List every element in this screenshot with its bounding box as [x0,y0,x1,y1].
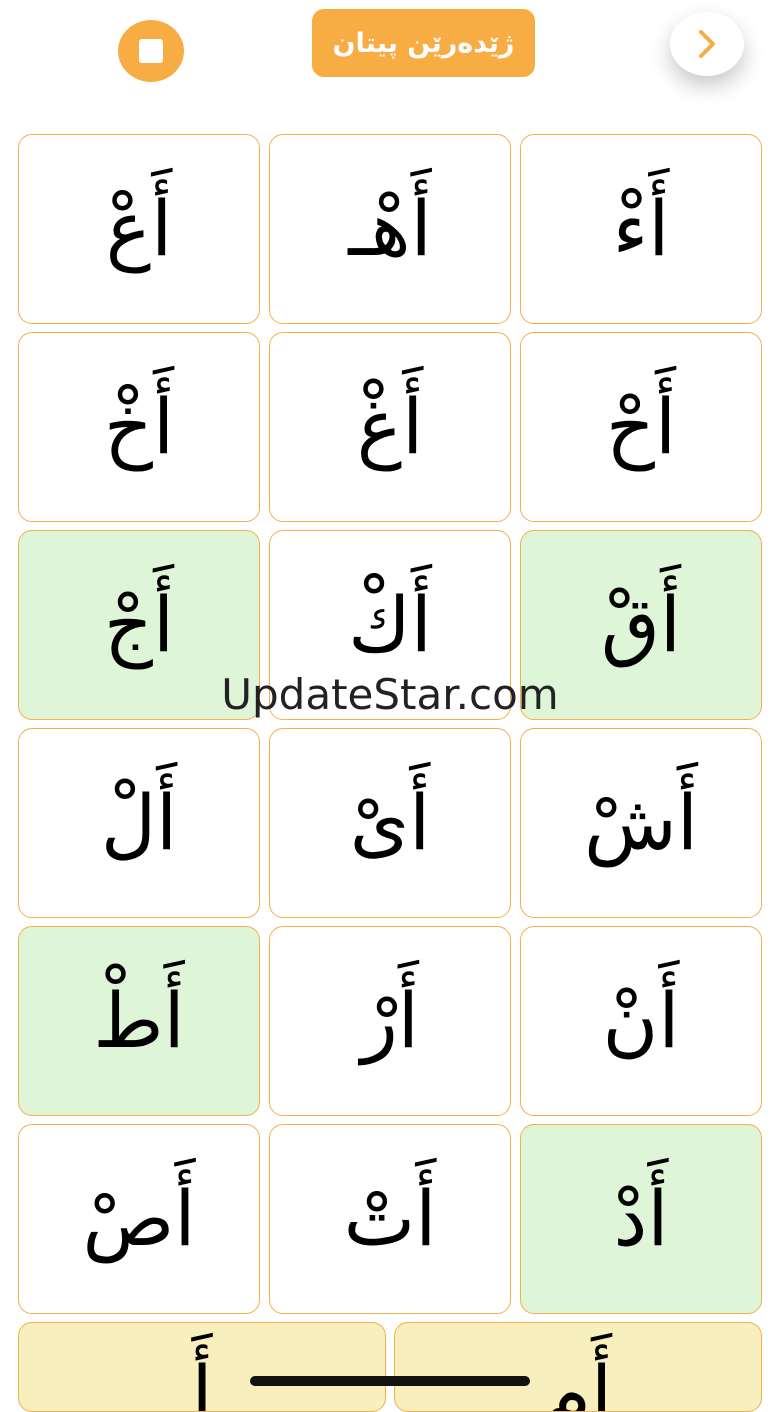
letter-text: أَءْ [612,183,670,273]
letter-card[interactable]: أَخْ [18,332,260,522]
letter-card[interactable]: أَ [18,1322,386,1412]
letter-card[interactable]: أَدْ [520,1124,762,1314]
letter-card[interactable]: أَهْـ [269,134,511,324]
letter-text: أَغْ [356,381,424,471]
letter-text: أَلْ [100,777,178,867]
letter-text: أَجْ [103,579,175,669]
letter-card[interactable]: أَلْ [18,728,260,918]
letter-text: أَنْ [602,975,680,1065]
letter-card[interactable]: أَكْ [269,530,511,720]
letter-text: أَكْ [348,579,432,669]
letter-card[interactable]: أَطْ [18,926,260,1116]
letter-card[interactable]: أَنْ [520,926,762,1116]
letter-text: أَخْ [103,381,175,471]
letter-card[interactable]: أَم [394,1322,762,1412]
letter-text: أَحْ [605,381,677,471]
next-button[interactable] [670,12,744,76]
title-button[interactable]: ژێدەرێن پیتان [312,9,535,77]
letter-card[interactable]: أَغْ [269,332,511,522]
letter-card[interactable]: أَءْ [520,134,762,324]
letter-grid: أَعْ أَهْـ أَءْ أَخْ أَغْ أَحْ أَجْ أَكْ… [18,134,762,1314]
letter-text: أَهْـ [348,183,432,273]
letter-text: أَرْ [361,975,419,1065]
letter-text: أَ [191,1349,213,1412]
letter-card[interactable]: أَعْ [18,134,260,324]
letter-card[interactable]: أَصْ [18,1124,260,1314]
letter-card[interactable]: أَرْ [269,926,511,1116]
letter-card[interactable]: أَقْ [520,530,762,720]
letter-card[interactable]: أَتْ [269,1124,511,1314]
letter-text: أَعْ [105,183,173,273]
stop-icon [139,39,163,63]
letter-text: أَطْ [93,975,185,1065]
letter-card[interactable]: أَحْ [520,332,762,522]
letter-card[interactable]: أَجْ [18,530,260,720]
chevron-right-icon [699,30,715,58]
bottom-letter-row: أَ أَم [18,1322,762,1412]
letter-text: أَدْ [613,1173,669,1263]
letter-text: أَقْ [600,579,682,669]
home-indicator[interactable] [250,1376,530,1386]
letter-card[interactable]: أَشْ [520,728,762,918]
letter-text: أَم [543,1349,613,1412]
letter-text: أَتْ [343,1173,437,1263]
letter-text: أَىْ [349,777,431,867]
letter-card[interactable]: أَىْ [269,728,511,918]
letter-text: أَصْ [82,1173,196,1263]
letter-text: أَشْ [584,777,698,867]
stop-button[interactable] [118,20,184,82]
